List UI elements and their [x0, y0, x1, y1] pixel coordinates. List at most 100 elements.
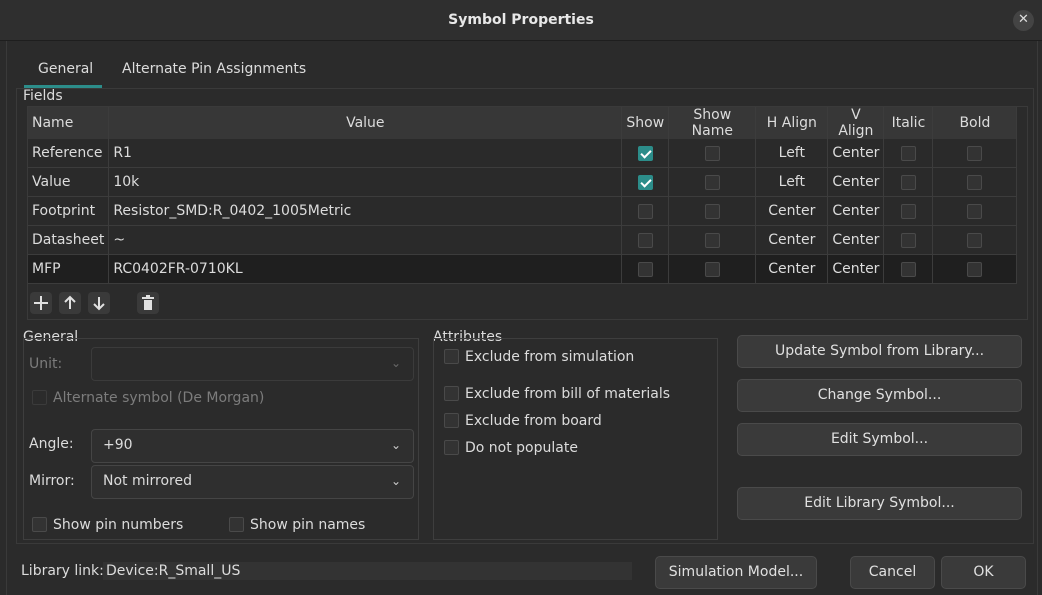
show-name-cell[interactable] — [668, 139, 757, 168]
column-header-value[interactable]: Value — [108, 107, 623, 139]
show-name-cell[interactable] — [668, 196, 757, 226]
show-checkbox[interactable] — [637, 261, 653, 277]
bold-checkbox[interactable] — [967, 232, 983, 248]
italic-cell[interactable] — [883, 254, 934, 284]
show-checkbox[interactable] — [637, 232, 653, 248]
show-pin-numbers-checkbox[interactable] — [32, 516, 47, 532]
table-row[interactable]: MFP RC0402FR-0710KL Center Center — [28, 254, 1018, 284]
bold-cell[interactable] — [932, 167, 1018, 197]
show-cell[interactable] — [621, 254, 670, 284]
change-symbol-button[interactable]: Change Symbol... — [737, 379, 1022, 412]
show-pin-names-row[interactable]: Show pin names — [229, 516, 365, 533]
h-align-cell[interactable]: Left — [755, 139, 829, 168]
h-align-cell[interactable]: Center — [755, 254, 829, 284]
column-header-bold[interactable]: Bold — [932, 107, 1018, 139]
column-header-show[interactable]: Show — [621, 107, 670, 139]
field-name-cell[interactable]: MFP — [28, 254, 110, 284]
italic-checkbox[interactable] — [900, 261, 916, 277]
show-pin-names-checkbox[interactable] — [229, 516, 244, 532]
exclude-from-board-checkbox[interactable] — [444, 412, 459, 428]
column-header-italic[interactable]: Italic — [883, 107, 934, 139]
v-align-cell[interactable]: Center — [827, 167, 885, 197]
bold-cell[interactable] — [932, 196, 1018, 226]
alternate-symbol-checkbox-row[interactable]: Alternate symbol (De Morgan) — [32, 389, 264, 406]
column-header-name[interactable]: Name — [28, 107, 110, 139]
cancel-button[interactable]: Cancel — [850, 556, 935, 589]
v-align-cell[interactable]: Center — [827, 225, 885, 255]
exclude-from-simulation-checkbox[interactable] — [444, 348, 459, 364]
column-header-h-align[interactable]: H Align — [755, 107, 829, 139]
show-cell[interactable] — [621, 167, 670, 197]
field-value-cell[interactable]: 10k — [108, 167, 623, 197]
v-align-cell[interactable]: Center — [827, 196, 885, 226]
do-not-populate-checkbox[interactable] — [444, 439, 459, 455]
field-name-cell[interactable]: Reference — [28, 139, 110, 168]
exclude-from-bom-row[interactable]: Exclude from bill of materials — [444, 385, 670, 402]
italic-checkbox[interactable] — [900, 174, 916, 190]
italic-cell[interactable] — [883, 196, 934, 226]
edit-library-symbol-button[interactable]: Edit Library Symbol... — [737, 487, 1022, 520]
show-cell[interactable] — [621, 139, 670, 168]
update-symbol-button[interactable]: Update Symbol from Library... — [737, 335, 1022, 368]
show-checkbox[interactable] — [637, 203, 653, 219]
angle-select[interactable]: +90 ⌄ — [91, 429, 414, 463]
exclude-from-board-row[interactable]: Exclude from board — [444, 412, 602, 429]
table-row[interactable]: Reference R1 Left Center — [28, 139, 1018, 168]
alternate-symbol-checkbox[interactable] — [32, 389, 47, 405]
field-value-cell[interactable]: RC0402FR-0710KL — [108, 254, 623, 284]
bold-checkbox[interactable] — [967, 203, 983, 219]
table-row[interactable]: Footprint Resistor_SMD:R_0402_1005Metric… — [28, 196, 1018, 226]
mirror-select[interactable]: Not mirrored ⌄ — [91, 465, 414, 499]
italic-cell[interactable] — [883, 139, 934, 168]
h-align-cell[interactable]: Left — [755, 167, 829, 197]
v-align-cell[interactable]: Center — [827, 254, 885, 284]
table-row[interactable]: Datasheet ~ Center Center — [28, 225, 1018, 255]
show-cell[interactable] — [621, 225, 670, 255]
trash-icon[interactable] — [137, 292, 159, 314]
bold-checkbox[interactable] — [967, 261, 983, 277]
show-pin-numbers-row[interactable]: Show pin numbers — [32, 516, 183, 533]
italic-checkbox[interactable] — [900, 203, 916, 219]
v-align-cell[interactable]: Center — [827, 139, 885, 168]
column-header-show-name[interactable]: Show Name — [668, 107, 757, 139]
do-not-populate-row[interactable]: Do not populate — [444, 439, 578, 456]
show-name-cell[interactable] — [668, 225, 757, 255]
move-up-icon[interactable] — [59, 292, 81, 314]
field-name-cell[interactable]: Datasheet — [28, 225, 110, 255]
show-checkbox[interactable] — [637, 145, 653, 161]
bold-cell[interactable] — [932, 139, 1018, 168]
show-name-checkbox[interactable] — [704, 203, 720, 219]
show-name-checkbox[interactable] — [704, 232, 720, 248]
field-name-cell[interactable]: Value — [28, 167, 110, 197]
simulation-model-button[interactable]: Simulation Model... — [655, 556, 817, 589]
close-icon[interactable]: ✕ — [1013, 10, 1034, 31]
show-name-checkbox[interactable] — [704, 145, 720, 161]
tab-alternate-pin-assignments[interactable]: Alternate Pin Assignments — [122, 61, 306, 77]
show-name-cell[interactable] — [668, 167, 757, 197]
italic-checkbox[interactable] — [900, 232, 916, 248]
show-cell[interactable] — [621, 196, 670, 226]
unit-select[interactable]: ⌄ — [91, 347, 414, 381]
tab-general[interactable]: General — [38, 61, 93, 77]
italic-checkbox[interactable] — [900, 145, 916, 161]
bold-cell[interactable] — [932, 225, 1018, 255]
ok-button[interactable]: OK — [941, 556, 1026, 589]
exclude-from-bom-checkbox[interactable] — [444, 385, 459, 401]
show-checkbox[interactable] — [637, 174, 653, 190]
bold-checkbox[interactable] — [967, 145, 983, 161]
field-name-cell[interactable]: Footprint — [28, 196, 110, 226]
move-down-icon[interactable] — [88, 292, 110, 314]
column-header-v-align[interactable]: V Align — [827, 107, 885, 139]
bold-cell[interactable] — [932, 254, 1018, 284]
field-value-cell[interactable]: Resistor_SMD:R_0402_1005Metric — [108, 196, 623, 226]
show-name-checkbox[interactable] — [704, 174, 720, 190]
edit-symbol-button[interactable]: Edit Symbol... — [737, 423, 1022, 456]
h-align-cell[interactable]: Center — [755, 196, 829, 226]
field-value-cell[interactable]: ~ — [108, 225, 623, 255]
h-align-cell[interactable]: Center — [755, 225, 829, 255]
add-icon[interactable] — [30, 292, 52, 314]
show-name-cell[interactable] — [668, 254, 757, 284]
show-name-checkbox[interactable] — [704, 261, 720, 277]
italic-cell[interactable] — [883, 225, 934, 255]
exclude-from-simulation-row[interactable]: Exclude from simulation — [444, 348, 634, 365]
